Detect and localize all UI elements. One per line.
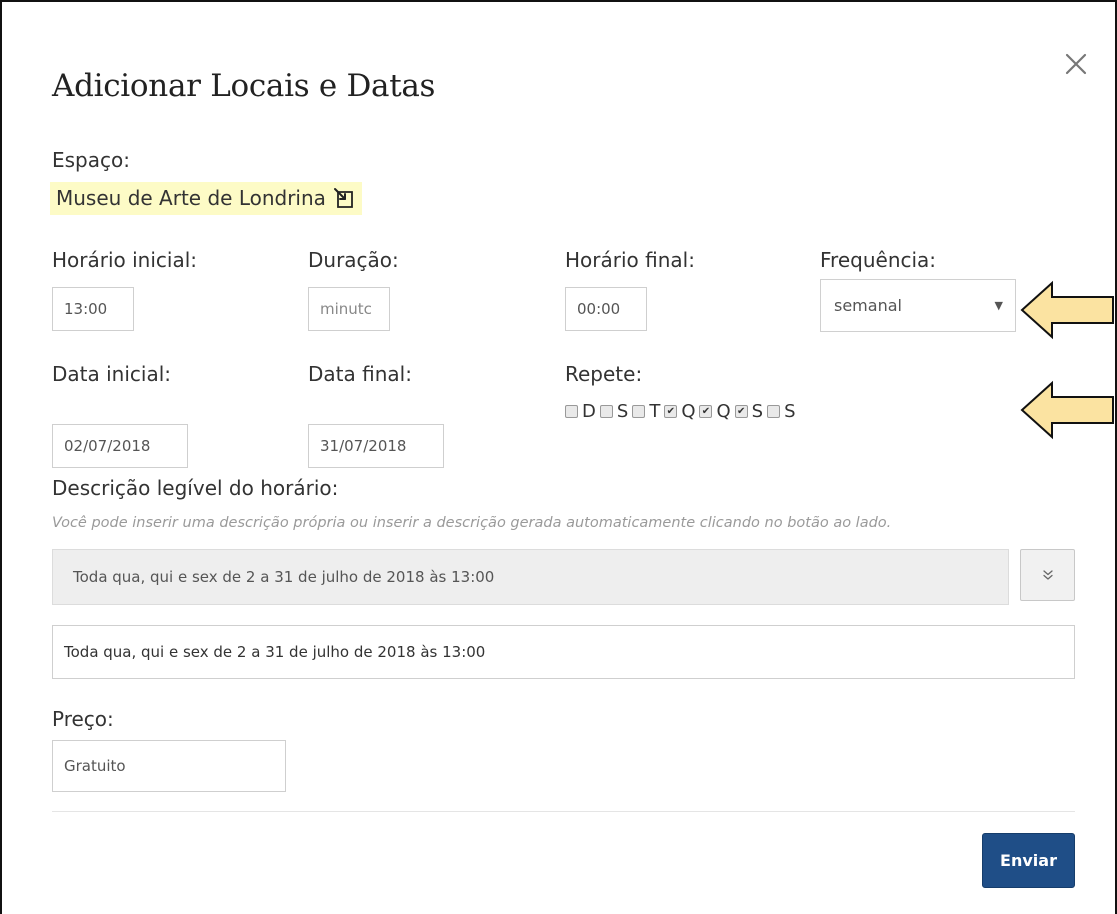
day-letter: Q: [716, 401, 731, 422]
insert-description-button[interactable]: [1020, 549, 1075, 601]
day-letter: T: [649, 401, 661, 422]
frequency-label: Frequência:: [820, 248, 937, 272]
checkbox[interactable]: [767, 405, 781, 418]
start-date-label: Data inicial:: [52, 362, 172, 386]
day-letter: Q: [681, 401, 696, 422]
checkbox-checked[interactable]: ✔: [664, 405, 678, 418]
space-name: Museu de Arte de Londrina: [56, 186, 326, 210]
day-letter: S: [784, 401, 796, 422]
start-time-input[interactable]: 13:00: [52, 287, 134, 331]
checkbox[interactable]: [632, 405, 646, 418]
duration-label: Duração:: [308, 248, 399, 272]
day-letter: S: [616, 401, 629, 422]
end-date-input[interactable]: 31/07/2018: [308, 424, 444, 468]
space-label: Espaço:: [52, 148, 130, 172]
repeat-label: Repete:: [565, 362, 643, 386]
annotation-arrow-left: [1020, 380, 1114, 440]
day-letter: D: [582, 401, 596, 422]
day-letter: S: [751, 401, 764, 422]
duration-input[interactable]: minutϲ: [308, 287, 390, 331]
day-saturday[interactable]: S: [767, 401, 796, 422]
description-label: Descrição legível do horário:: [52, 476, 339, 500]
description-input[interactable]: Toda qua, qui e sex de 2 a 31 de julho d…: [52, 625, 1075, 679]
day-tuesday[interactable]: T: [632, 401, 660, 422]
repeat-days: D S T ✔ Q ✔ Q ✔ S S: [565, 401, 800, 422]
generated-description: Toda qua, qui e sex de 2 a 31 de julho d…: [52, 549, 1009, 605]
add-places-dates-dialog: Adicionar Locais e Datas Espaço: Museu d…: [0, 0, 1117, 914]
day-sunday[interactable]: D: [565, 401, 596, 422]
description-hint: Você pode inserir uma descrição própria …: [52, 515, 892, 531]
frequency-selected-value: semanal: [834, 296, 902, 315]
end-time-label: Horário final:: [565, 248, 695, 272]
space-selector[interactable]: Museu de Arte de Londrina: [50, 182, 362, 215]
start-date-input[interactable]: 02/07/2018: [52, 424, 188, 468]
day-friday[interactable]: ✔ S: [734, 401, 764, 422]
price-input[interactable]: Gratuito: [52, 740, 286, 792]
day-thursday[interactable]: ✔ Q: [699, 401, 731, 422]
end-time-input[interactable]: 00:00: [565, 287, 647, 331]
checkbox[interactable]: [565, 405, 578, 418]
day-wednesday[interactable]: ✔ Q: [664, 401, 695, 422]
dialog-title: Adicionar Locais e Datas: [52, 68, 436, 104]
close-icon[interactable]: [1062, 50, 1090, 78]
day-monday[interactable]: S: [599, 401, 629, 422]
checkbox-checked[interactable]: ✔: [699, 405, 713, 418]
checkbox[interactable]: [599, 405, 613, 418]
frequency-select[interactable]: semanal ▼: [820, 279, 1016, 332]
end-date-label: Data final:: [308, 362, 412, 386]
start-time-label: Horário inicial:: [52, 248, 198, 272]
annotation-arrow-left: [1020, 280, 1114, 340]
checkbox-checked[interactable]: ✔: [734, 405, 748, 418]
caret-down-icon: ▼: [994, 299, 1003, 312]
price-label: Preço:: [52, 707, 114, 731]
footer-divider: [52, 811, 1075, 812]
edit-icon[interactable]: [332, 187, 356, 211]
submit-button[interactable]: Enviar: [982, 833, 1075, 888]
double-chevron-down-icon: [1042, 570, 1053, 580]
